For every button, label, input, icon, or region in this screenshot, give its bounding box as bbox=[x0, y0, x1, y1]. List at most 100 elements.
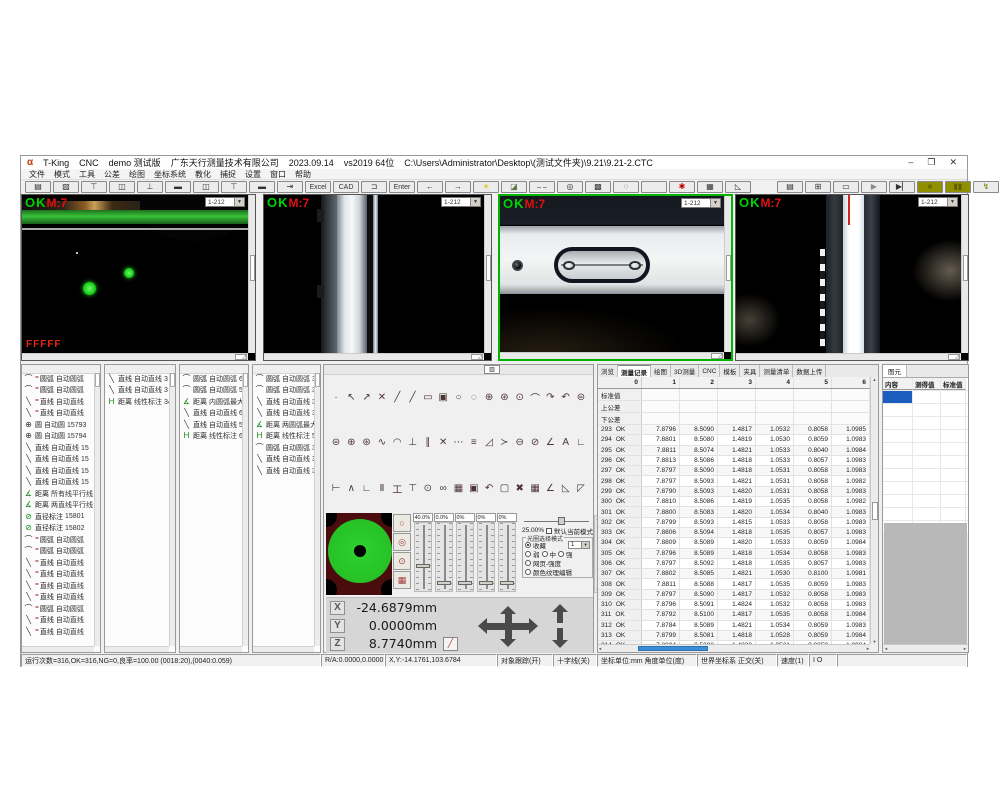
feature-list-item[interactable]: ∡距离两直线平行线 bbox=[22, 500, 94, 512]
resize-handle-icon[interactable]: ◿ bbox=[948, 354, 960, 360]
palette-tool-icon[interactable]: ▣ bbox=[467, 481, 481, 495]
palette-mini-button[interactable]: ▥ bbox=[484, 365, 500, 374]
ring-mode-button[interactable]: ⊙ bbox=[393, 552, 411, 570]
feature-list-item[interactable]: H距离线性标注 34 bbox=[105, 396, 169, 408]
light-slider[interactable]: 0% bbox=[475, 513, 496, 595]
tab-测量记录[interactable]: 测量记录 bbox=[618, 365, 651, 377]
ring-light-circle[interactable] bbox=[328, 519, 392, 583]
palette-tool-icon[interactable]: ⊕ bbox=[482, 391, 496, 405]
panel-vscrollbar[interactable] bbox=[314, 373, 320, 646]
camera-hscrollbar[interactable]: ◿ bbox=[22, 353, 248, 360]
scroll-thumb[interactable] bbox=[315, 373, 320, 387]
light-slider[interactable]: 40.0% bbox=[412, 513, 433, 595]
elements-row[interactable] bbox=[883, 508, 968, 521]
feature-list-item[interactable]: H距离线性标注 6 bbox=[180, 431, 242, 443]
palette-tool-icon[interactable]: ▭ bbox=[421, 391, 435, 405]
feature-list-item[interactable]: ╲直线自动直线 6 bbox=[180, 408, 242, 420]
slider-thumb[interactable] bbox=[479, 581, 493, 585]
palette-tool-icon[interactable]: ✕ bbox=[436, 436, 450, 450]
palette-tool-icon[interactable]: ∞ bbox=[436, 481, 450, 495]
palette-tool-icon[interactable]: ⊢ bbox=[329, 481, 343, 495]
elements-row[interactable] bbox=[883, 417, 968, 430]
table-row[interactable]: 304OK7.88098.50891.48201.05330.80591.098… bbox=[598, 538, 870, 548]
table-row[interactable]: 308OK7.88118.50881.48171.05350.80591.098… bbox=[598, 579, 870, 589]
panel-vscrollbar[interactable] bbox=[169, 373, 175, 646]
table-row[interactable]: 296OK7.88138.50861.48181.05330.80571.098… bbox=[598, 456, 870, 466]
elements-row[interactable] bbox=[883, 495, 968, 508]
pattern-button[interactable]: ▩ bbox=[585, 181, 611, 193]
palette-tool-icon[interactable]: A bbox=[559, 436, 573, 450]
feature-list-item[interactable]: ╲直线自动直线 15 bbox=[22, 442, 94, 454]
star-button[interactable]: ✱ bbox=[669, 181, 695, 193]
ring-mode-button[interactable]: ▦ bbox=[393, 571, 411, 589]
camera-range-select[interactable]: 1-212▼ bbox=[681, 198, 721, 208]
feature-list-item[interactable]: ╲直线自动直线 3 bbox=[253, 454, 314, 466]
elements-row[interactable] bbox=[883, 482, 968, 495]
palette-tool-icon[interactable]: ✕ bbox=[375, 391, 389, 405]
panel-button[interactable]: ▬ bbox=[165, 181, 191, 193]
menu-帮助[interactable]: 帮助 bbox=[295, 169, 311, 180]
play-button[interactable]: ▶ bbox=[861, 181, 887, 193]
bulb-button[interactable]: ☀ bbox=[473, 181, 499, 193]
palette-tool-icon[interactable]: ⊥ bbox=[406, 436, 420, 450]
tools-button[interactable]: ↯ bbox=[973, 181, 999, 193]
cad-button[interactable]: CAD bbox=[333, 181, 359, 193]
image-button[interactable]: ◪ bbox=[501, 181, 527, 193]
table-row[interactable]: 301OK7.88008.50831.48201.05340.80401.098… bbox=[598, 507, 870, 517]
table-row[interactable]: 313OK7.87998.50811.48181.05280.80591.098… bbox=[598, 631, 870, 641]
feature-list-item[interactable]: ╲直线自动直线 3 bbox=[105, 373, 169, 385]
diagonal-move-button[interactable]: ╱ bbox=[443, 637, 458, 651]
resize-handle-icon[interactable]: ◿ bbox=[471, 354, 483, 360]
palette-tool-icon[interactable]: ⊛ bbox=[497, 391, 511, 405]
palette-tool-icon[interactable]: ∠ bbox=[543, 436, 557, 450]
scroll-thumb[interactable] bbox=[170, 373, 175, 387]
feature-list-item[interactable]: ⌒***圆弧自动圆弧 bbox=[22, 385, 94, 397]
palette-tool-icon[interactable]: ╱ bbox=[406, 391, 420, 405]
enter-button[interactable]: Enter bbox=[389, 181, 415, 193]
feature-list-item[interactable]: ╲***直线自动直线 bbox=[22, 557, 94, 569]
camera-range-select[interactable]: 1-212▼ bbox=[918, 197, 958, 207]
palette-tool-icon[interactable]: ⊛ bbox=[360, 436, 374, 450]
palette-tool-icon[interactable]: ⊜ bbox=[574, 391, 588, 405]
palette-tool-icon[interactable]: ∧ bbox=[344, 481, 358, 495]
palette-tool-icon[interactable]: ⊖ bbox=[513, 436, 527, 450]
table-row[interactable]: 298OK7.87978.50931.48211.05310.80581.098… bbox=[598, 476, 870, 486]
play-to-end-button[interactable]: ▶▏ bbox=[889, 181, 915, 193]
palette-tool-icon[interactable]: ∿ bbox=[375, 436, 389, 450]
step-button[interactable]: ⇥ bbox=[277, 181, 303, 193]
menu-坐标系统[interactable]: 坐标系统 bbox=[154, 169, 186, 180]
camera-view-1[interactable]: FFFFF OKM:7 1-212▼ ◿ bbox=[21, 194, 256, 361]
slider-track[interactable] bbox=[414, 522, 432, 592]
palette-tool-icon[interactable]: ◿ bbox=[482, 436, 496, 450]
palette-tool-icon[interactable]: ↗ bbox=[360, 391, 374, 405]
feature-list-item[interactable]: ╲直线自动直线 15 bbox=[22, 477, 94, 489]
palette-tool-icon[interactable]: ≻ bbox=[497, 436, 511, 450]
elements-row[interactable] bbox=[883, 456, 968, 469]
table-row[interactable]: 302OK7.87998.50931.48151.05330.80581.098… bbox=[598, 518, 870, 528]
table-row[interactable]: 294OK7.88018.50801.48191.05300.80591.098… bbox=[598, 435, 870, 445]
tab-测量清单[interactable]: 测量清单 bbox=[760, 365, 793, 377]
menu-绘图[interactable]: 绘图 bbox=[129, 169, 145, 180]
elements-hscrollbar[interactable]: ◄ ► bbox=[883, 644, 968, 652]
camera-vscrollbar[interactable] bbox=[724, 196, 731, 352]
palette-tool-icon[interactable]: ◸ bbox=[574, 481, 588, 495]
slider-track[interactable] bbox=[477, 522, 495, 592]
slider-track[interactable] bbox=[498, 522, 516, 592]
menu-设置[interactable]: 设置 bbox=[245, 169, 261, 180]
ring-mode-button[interactable]: ◎ bbox=[393, 533, 411, 551]
palette-tool-icon[interactable]: ◺ bbox=[559, 481, 573, 495]
panel-hscrollbar[interactable] bbox=[105, 646, 169, 652]
menu-教化[interactable]: 教化 bbox=[195, 169, 211, 180]
feature-list-item[interactable]: ╲***直线自动直线 bbox=[22, 592, 94, 604]
scroll-left-icon[interactable]: ◄ bbox=[598, 646, 602, 651]
table-row[interactable]: 310OK7.87968.50911.48241.05320.80581.098… bbox=[598, 600, 870, 610]
menu-工具[interactable]: 工具 bbox=[79, 169, 95, 180]
table-row[interactable]: 306OK7.87978.50921.48181.05350.80571.098… bbox=[598, 559, 870, 569]
dashes-button[interactable]: – – bbox=[529, 181, 555, 193]
camera-range-select[interactable]: 1-212▼ bbox=[205, 197, 245, 207]
tab-数据上传[interactable]: 数据上传 bbox=[793, 365, 826, 377]
palette-tool-icon[interactable]: ▦ bbox=[528, 481, 542, 495]
chart-button[interactable]: ◺ bbox=[725, 181, 751, 193]
elements-row[interactable] bbox=[883, 391, 968, 404]
elements-row[interactable] bbox=[883, 404, 968, 417]
